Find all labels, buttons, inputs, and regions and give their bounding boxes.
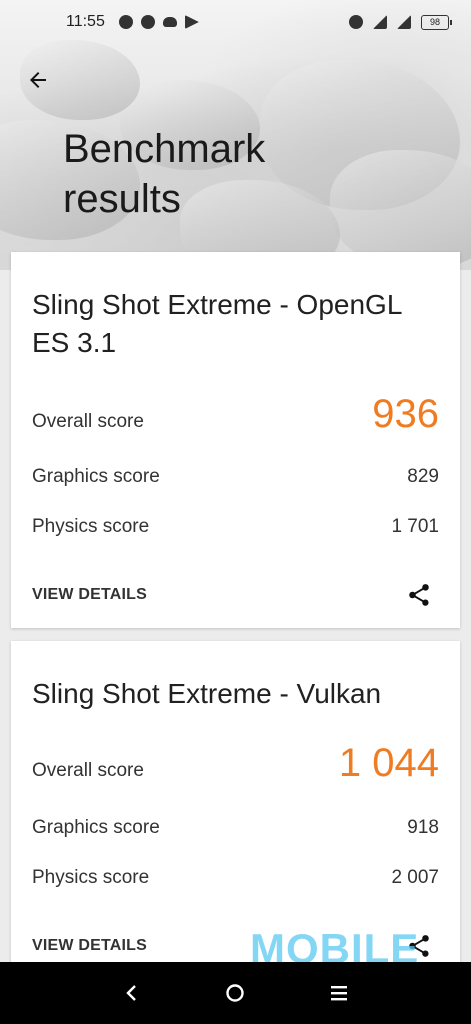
- graphics-score-value: 918: [407, 817, 439, 838]
- play-store-icon: [184, 15, 199, 29]
- overall-score-label: Overall score: [32, 760, 144, 781]
- chrome-icon: [140, 15, 155, 29]
- physics-score-row: Physics score 2 007: [32, 867, 439, 889]
- graphics-score-value: 829: [407, 466, 439, 487]
- nav-menu-icon[interactable]: [319, 973, 359, 1013]
- system-nav-bar: [0, 962, 471, 1024]
- overall-score-value: 936: [372, 392, 439, 436]
- graphics-score-row: Graphics score 829: [32, 466, 439, 488]
- physics-score-label: Physics score: [32, 516, 150, 537]
- overall-score-label: Overall score: [32, 411, 144, 432]
- physics-score-label: Physics score: [32, 867, 150, 888]
- app-notification-icon: [118, 15, 133, 29]
- battery-icon: 98: [421, 14, 452, 30]
- nav-home-icon[interactable]: [215, 973, 255, 1013]
- physics-score-row: Physics score 1 701: [32, 516, 439, 538]
- back-arrow-icon[interactable]: [20, 62, 56, 98]
- status-time: 11:55: [66, 13, 105, 30]
- overall-score-row: Overall score 1 044: [32, 741, 439, 786]
- view-details-button[interactable]: VIEW DETAILS: [32, 586, 147, 604]
- share-icon[interactable]: [404, 580, 434, 610]
- overall-score-row: Overall score 936: [32, 392, 439, 437]
- nfc-icon: [349, 15, 363, 29]
- no-signal-icon: [373, 15, 387, 29]
- graphics-score-label: Graphics score: [32, 466, 160, 487]
- view-details-button[interactable]: VIEW DETAILS: [32, 937, 147, 955]
- result-card-opengl: Sling Shot Extreme - OpenGL ES 3.1 Overa…: [11, 252, 460, 628]
- physics-score-value: 2 007: [391, 867, 439, 888]
- graphics-score-label: Graphics score: [32, 817, 160, 838]
- cloud-icon: [162, 17, 177, 27]
- nav-back-icon[interactable]: [112, 973, 152, 1013]
- physics-score-value: 1 701: [391, 516, 439, 537]
- no-wifi-icon: [397, 15, 411, 29]
- graphics-score-row: Graphics score 918: [32, 817, 439, 839]
- status-bar: 11:55 98: [0, 0, 471, 44]
- page-title: Benchmark results: [63, 127, 266, 221]
- test-name: Sling Shot Extreme - Vulkan: [32, 678, 382, 709]
- test-name: Sling Shot Extreme - OpenGL ES 3.1: [32, 289, 402, 358]
- header-background: 11:55 98 Benchmark results: [0, 0, 471, 270]
- overall-score-value: 1 044: [338, 741, 439, 785]
